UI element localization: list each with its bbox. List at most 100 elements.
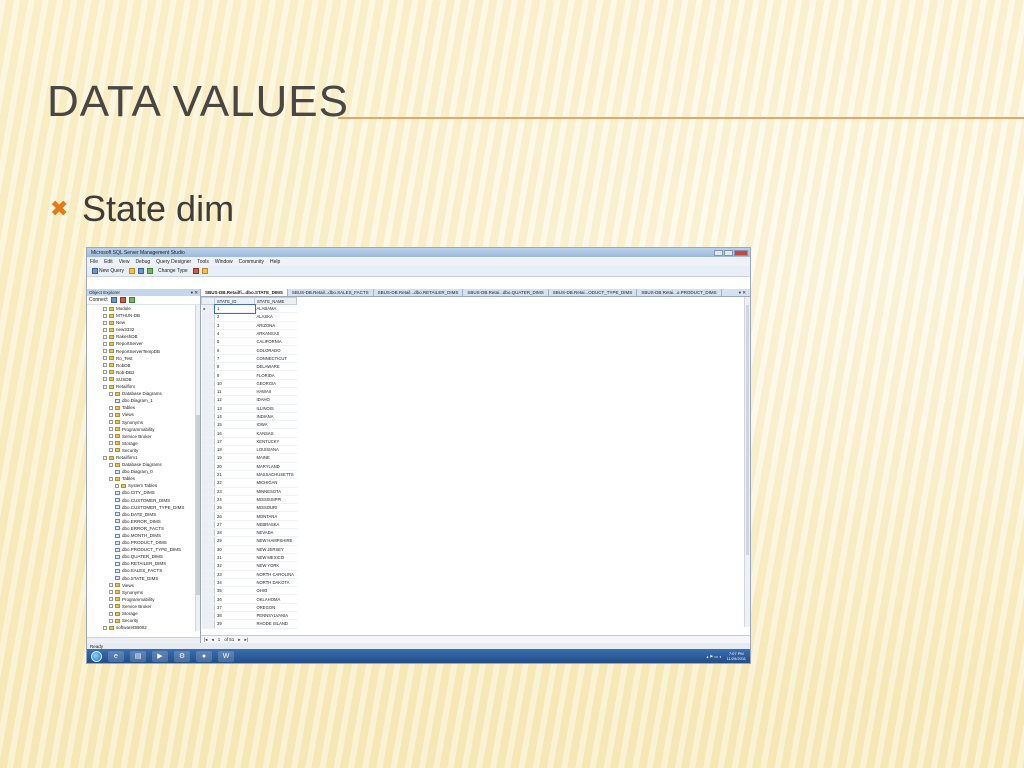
tree-node[interactable]: Synonyms bbox=[87, 419, 200, 426]
tree-node[interactable]: Security bbox=[87, 617, 200, 624]
first-record-button[interactable]: |◂ bbox=[204, 637, 207, 643]
table-row[interactable]: 14 INDIANA bbox=[201, 412, 297, 422]
document-tab[interactable]: SBUS-DB.Retai...o.PRODUCT_DIMS bbox=[637, 289, 722, 296]
cell-state-name[interactable]: ALASKA bbox=[254, 312, 297, 322]
cell-state-id[interactable]: 23 bbox=[214, 487, 255, 496]
cell-state-name[interactable]: OKLAHOMA bbox=[254, 594, 297, 604]
cell-state-id[interactable]: 14 bbox=[214, 412, 255, 422]
row-selector[interactable] bbox=[201, 462, 215, 471]
row-selector[interactable] bbox=[201, 553, 215, 563]
tree-node[interactable]: Retailfirm bbox=[87, 383, 200, 390]
document-tab[interactable]: SBUS-DB.Retail...dbo.RETAILER_DIMS bbox=[374, 289, 464, 296]
cell-state-id[interactable]: 7 bbox=[214, 354, 255, 364]
cell-state-name[interactable]: NORTH DAKOTA bbox=[254, 578, 297, 588]
expand-icon[interactable] bbox=[109, 597, 113, 602]
column-header-state-name[interactable]: STATE_NAME bbox=[254, 297, 297, 305]
table-row[interactable]: 7 CONNECTICUT bbox=[201, 354, 297, 364]
cell-state-name[interactable]: KENTUCKY bbox=[254, 437, 297, 447]
open-file-icon[interactable] bbox=[129, 268, 136, 274]
filter-icon[interactable] bbox=[128, 297, 135, 303]
start-button[interactable] bbox=[91, 650, 102, 662]
expand-icon[interactable] bbox=[109, 434, 113, 439]
menu-item-view[interactable]: View bbox=[119, 259, 130, 265]
cell-state-name[interactable]: IOWA bbox=[254, 420, 297, 430]
next-record-button[interactable]: ▸ bbox=[238, 637, 240, 643]
cell-state-name[interactable]: FLORIDA bbox=[254, 370, 297, 380]
tree-node[interactable]: dbo.CUSTOMER_TYPE_DIMS bbox=[87, 504, 200, 511]
tree-node[interactable]: Views bbox=[87, 411, 200, 418]
explorer-taskbar-icon[interactable]: ▤ bbox=[130, 650, 146, 662]
disconnect-icon[interactable] bbox=[119, 297, 126, 303]
cell-state-name[interactable]: NEW JERSEY bbox=[254, 545, 297, 554]
ie-taskbar-icon[interactable]: e bbox=[108, 650, 124, 662]
table-row[interactable]: 37 OREGON bbox=[201, 603, 297, 613]
tree-node[interactable]: dbo.CUSTOMER_DIMS bbox=[87, 497, 200, 504]
row-selector[interactable] bbox=[201, 528, 215, 538]
cell-state-name[interactable]: KANSAS bbox=[254, 428, 297, 438]
row-selector[interactable] bbox=[201, 420, 215, 430]
cell-state-id[interactable]: 22 bbox=[214, 478, 255, 488]
cell-state-id[interactable]: 26 bbox=[214, 511, 255, 521]
document-tab[interactable]: SBUS-DB.Retail...dbo.SALES_FACTS bbox=[288, 289, 374, 296]
row-selector[interactable] bbox=[201, 619, 215, 629]
row-selector[interactable] bbox=[201, 536, 215, 546]
table-row[interactable]: 35 OHIO bbox=[201, 586, 297, 596]
row-selector[interactable] bbox=[201, 594, 215, 604]
row-selector[interactable] bbox=[201, 370, 215, 380]
cell-state-name[interactable]: DELAWARE bbox=[254, 362, 297, 372]
cell-state-name[interactable]: NORTH CAROLINA bbox=[254, 570, 297, 579]
cell-state-name[interactable]: NEW MEXICO bbox=[254, 553, 297, 563]
cell-state-name[interactable]: NEW HAMPSHIRE bbox=[254, 536, 297, 546]
tree-node[interactable]: Database Diagrams bbox=[87, 390, 200, 397]
expand-icon[interactable] bbox=[103, 313, 107, 318]
row-selector[interactable] bbox=[201, 345, 215, 355]
cell-state-name[interactable]: CONNECTICUT bbox=[254, 354, 297, 364]
tree-node[interactable]: Programmability bbox=[87, 596, 200, 603]
cell-state-name[interactable]: MARYLAND bbox=[254, 462, 297, 471]
cell-state-name[interactable]: MONTANA bbox=[254, 511, 297, 521]
table-row[interactable]: 12 IDAHO bbox=[201, 395, 297, 405]
minimize-button[interactable] bbox=[714, 249, 723, 256]
expand-icon[interactable] bbox=[109, 405, 113, 410]
row-selector[interactable] bbox=[201, 428, 215, 438]
tree-node[interactable]: dbo.CITY_DIMS bbox=[87, 489, 200, 496]
cell-state-id[interactable]: 20 bbox=[214, 462, 255, 471]
cell-state-id[interactable]: 9 bbox=[214, 370, 255, 380]
expand-icon[interactable] bbox=[109, 427, 113, 432]
tree-node[interactable]: dbo.MONTH_DIMS bbox=[87, 532, 200, 539]
cell-state-name[interactable]: RHODE ISLAND bbox=[254, 619, 297, 629]
expand-icon[interactable] bbox=[109, 618, 113, 623]
cell-state-id[interactable]: 37 bbox=[214, 603, 255, 613]
expand-icon[interactable] bbox=[103, 377, 107, 382]
row-selector[interactable] bbox=[201, 545, 215, 554]
row-selector[interactable] bbox=[201, 570, 215, 579]
menu-item-edit[interactable]: Edit bbox=[104, 259, 113, 265]
tree-node[interactable]: Database Diagrams bbox=[87, 461, 200, 468]
cell-state-name[interactable]: ARKANSAS bbox=[254, 329, 297, 339]
table-row[interactable]: 13 ILLINOIS bbox=[201, 404, 297, 413]
expand-icon[interactable] bbox=[109, 391, 113, 396]
firefox-taskbar-icon[interactable]: ● bbox=[196, 650, 212, 662]
cell-state-id[interactable]: 28 bbox=[214, 528, 255, 538]
tree-node[interactable]: dbo.SALES_FACTS bbox=[87, 567, 200, 574]
cell-state-id[interactable]: 8 bbox=[214, 362, 255, 372]
table-row[interactable]: 19 MAINE bbox=[201, 453, 297, 463]
row-selector[interactable] bbox=[201, 586, 215, 596]
table-row[interactable]: 38 PENNSYLVANIA bbox=[201, 611, 297, 621]
row-selector[interactable] bbox=[201, 578, 215, 588]
row-selector[interactable] bbox=[201, 379, 215, 388]
document-tab[interactable]: SBUS-DB.Retai...ODUCT_TYPE_DIMS bbox=[549, 289, 638, 296]
cell-state-id[interactable]: 19 bbox=[214, 453, 255, 463]
row-selector[interactable] bbox=[201, 511, 215, 521]
menu-item-window[interactable]: Window bbox=[215, 259, 233, 265]
tree-node[interactable]: MTHUN-DB bbox=[87, 312, 200, 319]
column-header-state-id[interactable]: STATE_ID bbox=[214, 297, 255, 305]
expand-icon[interactable] bbox=[103, 370, 107, 375]
table-row[interactable]: 39 RHODE ISLAND bbox=[201, 619, 297, 629]
execute-icon[interactable] bbox=[192, 268, 199, 274]
row-selector[interactable] bbox=[201, 404, 215, 413]
cell-state-id[interactable]: 31 bbox=[214, 553, 255, 563]
table-row[interactable]: 9 FLORIDA bbox=[201, 370, 297, 380]
close-button[interactable] bbox=[734, 249, 748, 256]
cell-state-id[interactable]: 4 bbox=[214, 329, 255, 339]
